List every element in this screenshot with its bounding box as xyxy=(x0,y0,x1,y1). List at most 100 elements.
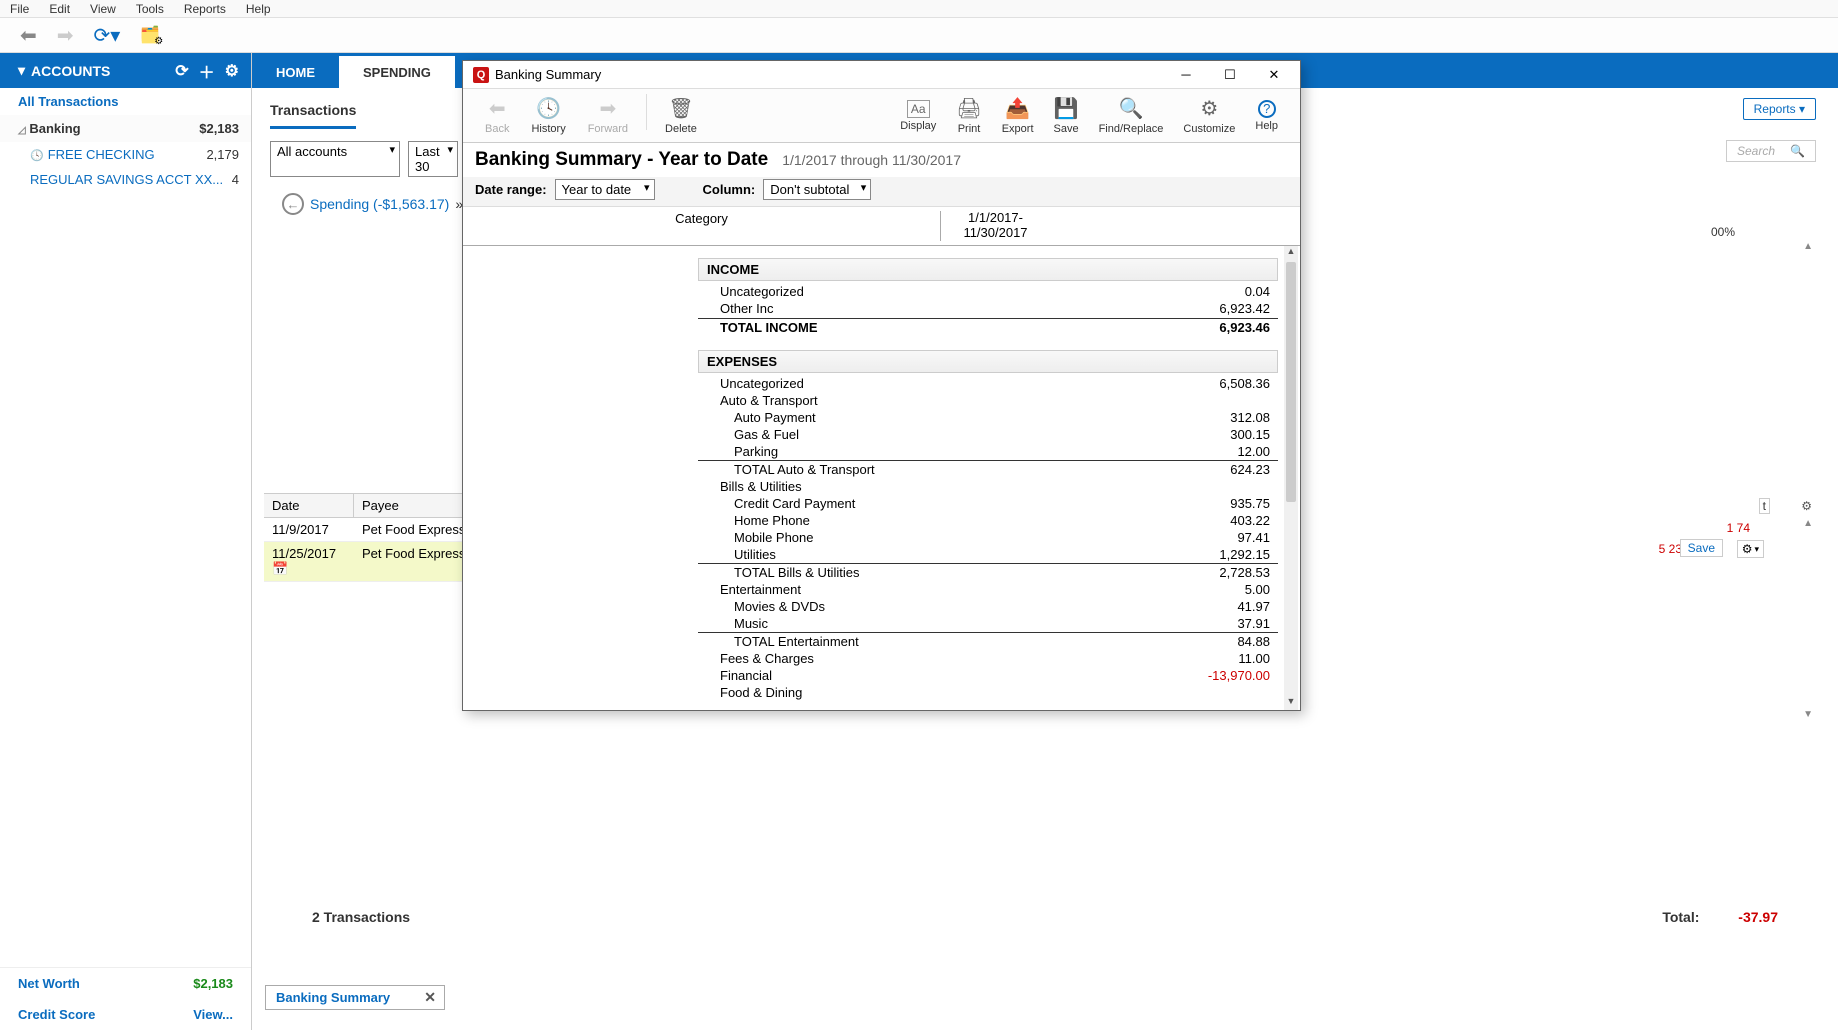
report-line-value xyxy=(1180,479,1270,494)
history-icon: 🕓 xyxy=(536,96,561,121)
daterange-dropdown[interactable]: Last 30 xyxy=(408,141,458,177)
close-button[interactable]: ✕ xyxy=(1252,63,1296,87)
report-line[interactable]: Home Phone403.22 xyxy=(698,512,1278,529)
sidebar-all-transactions[interactable]: All Transactions xyxy=(0,88,251,115)
report-line[interactable]: Music37.91 xyxy=(698,615,1278,632)
report-line[interactable]: Auto Payment312.08 xyxy=(698,409,1278,426)
dialog-titlebar[interactable]: Q Banking Summary ─ ☐ ✕ xyxy=(463,61,1300,89)
report-line-label: Credit Card Payment xyxy=(706,496,1180,511)
save-button[interactable]: 💾Save xyxy=(1044,94,1089,137)
sidebar-section-banking[interactable]: ◿ Banking $2,183 xyxy=(0,115,251,142)
peek-save-button[interactable]: Save xyxy=(1680,539,1723,557)
sidebar-refresh-icon[interactable]: ⟳ xyxy=(175,61,188,81)
sidebar-networth[interactable]: Net Worth $2,183 xyxy=(0,968,251,999)
menu-help[interactable]: Help xyxy=(246,2,271,16)
report-line[interactable]: TOTAL Entertainment84.88 xyxy=(698,632,1278,650)
category-column[interactable]: Category xyxy=(463,211,940,241)
delete-button[interactable]: 🗑Delete xyxy=(655,94,707,137)
report-line[interactable]: Fees & Charges11.00 xyxy=(698,650,1278,667)
sidebar-creditscore[interactable]: Credit Score View... xyxy=(0,999,251,1030)
page-settings-icon[interactable]: 🗂️⚙ xyxy=(140,25,169,45)
report-line[interactable]: TOTAL INCOME6,923.46 xyxy=(698,318,1278,336)
sidebar-item-checking[interactable]: 🕓FREE CHECKING 2,179 xyxy=(0,142,251,167)
help-button[interactable]: ?Help xyxy=(1245,98,1288,134)
scroll-down-icon[interactable]: ▼ xyxy=(1284,696,1298,710)
sidebar-item-savings[interactable]: REGULAR SAVINGS ACCT XX... 4 xyxy=(0,167,251,192)
peek-header-fragment: t xyxy=(1759,498,1770,514)
peek-scroll-up-1[interactable]: ▲ xyxy=(1803,241,1813,252)
breadcrumb-back-icon[interactable]: ← xyxy=(282,193,304,215)
menu-file[interactable]: File xyxy=(10,2,29,16)
report-line-label: Fees & Charges xyxy=(706,651,1180,666)
customize-button[interactable]: ⚙Customize xyxy=(1173,94,1245,137)
print-icon: 🖨 xyxy=(956,96,981,121)
calendar-icon[interactable]: 📅 xyxy=(272,561,288,576)
date-range-dropdown[interactable]: Year to date xyxy=(555,179,655,200)
report-line-label: Home Phone xyxy=(706,513,1180,528)
subtab-transactions[interactable]: Transactions xyxy=(270,102,356,129)
report-line[interactable]: Entertainment5.00 xyxy=(698,581,1278,598)
column-dropdown[interactable]: Don't subtotal xyxy=(763,179,871,200)
accounts-dropdown[interactable]: All accounts xyxy=(270,141,400,177)
report-line-value xyxy=(1180,393,1270,408)
menu-reports[interactable]: Reports xyxy=(184,2,226,16)
report-line[interactable]: TOTAL Auto & Transport624.23 xyxy=(698,460,1278,478)
report-line[interactable]: Uncategorized0.04 xyxy=(698,283,1278,300)
menu-edit[interactable]: Edit xyxy=(49,2,70,16)
display-button[interactable]: AaDisplay xyxy=(890,98,946,134)
report-line[interactable]: Parking12.00 xyxy=(698,443,1278,460)
tab-home[interactable]: HOME xyxy=(252,57,339,88)
minimize-button[interactable]: ─ xyxy=(1164,63,1208,87)
date-range-label: Date range: xyxy=(475,182,547,197)
peek-scroll-down[interactable]: ▼ xyxy=(1803,709,1813,720)
scroll-thumb[interactable] xyxy=(1286,262,1296,502)
maximize-button[interactable]: ☐ xyxy=(1208,63,1252,87)
tab-spending[interactable]: SPENDING xyxy=(339,56,455,88)
report-line[interactable]: Other Inc6,923.42 xyxy=(698,300,1278,317)
report-line[interactable]: Uncategorized6,508.36 xyxy=(698,375,1278,392)
col-date[interactable]: Date xyxy=(264,494,354,517)
report-line[interactable]: Credit Card Payment935.75 xyxy=(698,495,1278,512)
sidebar-gear-icon[interactable]: ⚙ xyxy=(225,61,239,81)
report-line[interactable]: Bills & Utilities xyxy=(698,478,1278,495)
reports-button[interactable]: Reports ▾ xyxy=(1743,98,1816,120)
report-line[interactable]: Food & Dining xyxy=(698,684,1278,701)
report-line-label: TOTAL Entertainment xyxy=(706,634,1180,649)
breadcrumb-spending[interactable]: Spending (-$1,563.17) xyxy=(310,196,449,212)
report-tab[interactable]: Banking Summary ✕ xyxy=(265,985,445,1010)
menu-tools[interactable]: Tools xyxy=(136,2,164,16)
sidebar-add-icon[interactable]: ＋ xyxy=(199,59,215,83)
menu-view[interactable]: View xyxy=(90,2,116,16)
report-line-label: Gas & Fuel xyxy=(706,427,1180,442)
back-button[interactable]: ⬅Back xyxy=(475,94,519,137)
report-line[interactable]: Utilities1,292.15 xyxy=(698,546,1278,563)
scroll-up-icon[interactable]: ▲ xyxy=(1284,246,1298,260)
print-button[interactable]: 🖨Print xyxy=(946,94,991,137)
export-button[interactable]: 📤Export xyxy=(992,94,1044,137)
report-line[interactable]: TOTAL Bills & Utilities2,728.53 xyxy=(698,563,1278,581)
forward-button[interactable]: ➡Forward xyxy=(578,94,638,137)
report-line[interactable]: Auto & Transport xyxy=(698,392,1278,409)
vertical-scrollbar[interactable]: ▲ ▼ xyxy=(1284,246,1298,710)
report-line[interactable]: Mobile Phone97.41 xyxy=(698,529,1278,546)
sidebar: ▾ ACCOUNTS ⟳ ＋ ⚙ All Transactions ◿ Bank… xyxy=(0,53,252,1030)
dates-column[interactable]: 1/1/2017- 11/30/2017 xyxy=(940,211,1050,241)
report-line[interactable]: Movies & DVDs41.97 xyxy=(698,598,1278,615)
report-line-label: Bills & Utilities xyxy=(706,479,1180,494)
report-line[interactable]: Financial-13,970.00 xyxy=(698,667,1278,684)
report-line-label: TOTAL Auto & Transport xyxy=(706,462,1180,477)
refresh-icon[interactable]: ⟳▾ xyxy=(94,23,121,48)
close-icon[interactable]: ✕ xyxy=(424,989,436,1006)
sidebar-caret-icon[interactable]: ▾ xyxy=(18,62,25,79)
peek-gear-dropdown[interactable]: ⚙▾ xyxy=(1737,540,1764,558)
peek-scroll-up-2[interactable]: ▲ xyxy=(1803,518,1813,529)
forward-arrow-icon[interactable]: ➡ xyxy=(57,23,74,48)
history-button[interactable]: 🕓History xyxy=(521,94,575,137)
search-input[interactable]: Search 🔍 xyxy=(1726,140,1816,162)
report-line[interactable]: Gas & Fuel300.15 xyxy=(698,426,1278,443)
sidebar-header: ▾ ACCOUNTS ⟳ ＋ ⚙ xyxy=(0,53,251,88)
peek-gear-top-icon[interactable]: ⚙ xyxy=(1801,499,1812,513)
sidebar-item-label: REGULAR SAVINGS ACCT XX... xyxy=(30,172,223,187)
find-replace-button[interactable]: 🔍Find/Replace xyxy=(1089,94,1174,137)
back-arrow-icon[interactable]: ⬅ xyxy=(20,23,37,48)
